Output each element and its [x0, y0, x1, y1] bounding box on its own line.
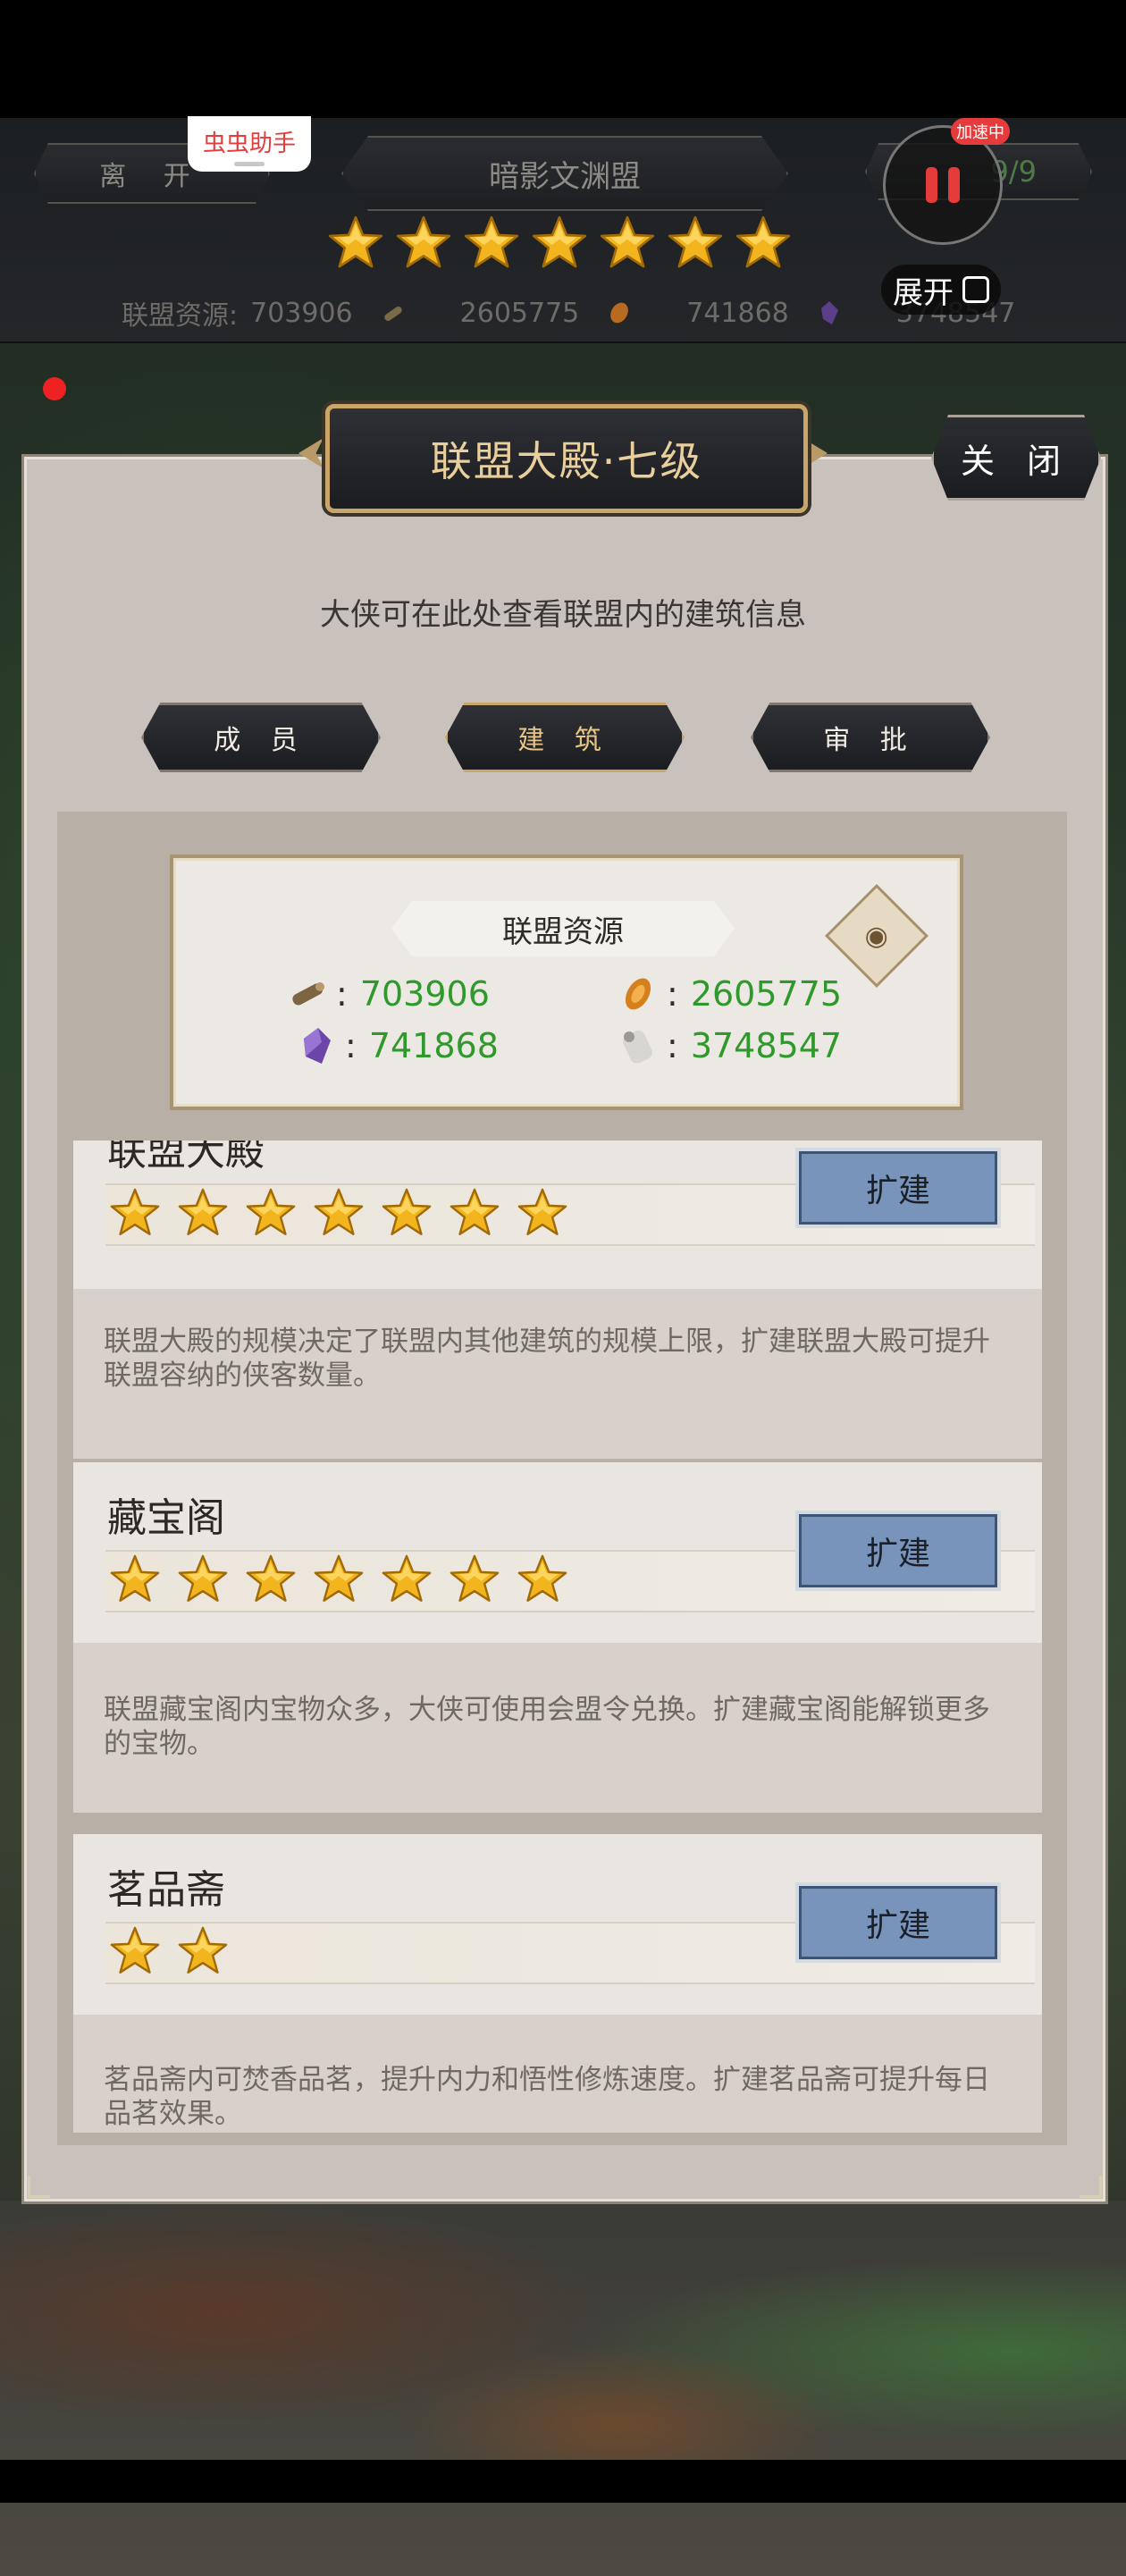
star-icon	[177, 1187, 229, 1239]
navigation-bar	[0, 2460, 1126, 2503]
ore-icon	[606, 299, 633, 326]
building-description: 联盟藏宝阁内宝物众多，大侠可使用会盟令兑换。扩建藏宝阁能解锁更多的宝物。	[104, 1694, 990, 1760]
resource-value: 741868	[368, 1026, 499, 1065]
expand-label: 展开	[893, 274, 954, 311]
header-resource-value: 703906	[250, 297, 353, 329]
expand-building-button[interactable]: 扩建	[799, 1151, 997, 1225]
helper-handle	[234, 162, 265, 166]
resources-card-title: 联盟资源	[391, 901, 735, 956]
building-name: 联盟大殿	[107, 1141, 265, 1174]
scroll-icon	[617, 1024, 660, 1067]
star-icon	[449, 1553, 500, 1605]
resource-item: : 3748547	[617, 1024, 842, 1067]
ore-icon	[617, 972, 660, 1015]
pause-icon	[948, 167, 960, 203]
building-description: 茗品斋内可焚香品茗，提升内力和悟性修炼速度。扩建茗品斋可提升每日品茗效果。	[104, 2064, 990, 2130]
building-name: 藏宝阁	[107, 1495, 225, 1541]
wood-icon	[380, 299, 407, 326]
star-icon	[517, 1187, 568, 1239]
star-icon	[531, 215, 588, 272]
star-icon	[463, 215, 520, 272]
resource-value: 703906	[359, 974, 490, 1014]
crystal-icon	[295, 1024, 338, 1067]
expand-building-button[interactable]: 扩建	[799, 1514, 997, 1587]
building-stars	[109, 1553, 568, 1605]
resources-label: 联盟资源:	[122, 300, 239, 332]
speed-badge: 加速中	[951, 118, 1010, 145]
building-description: 联盟大殿的规模决定了联盟内其他建筑的规模上限，扩建联盟大殿可提升联盟容纳的侠客数…	[104, 1326, 990, 1392]
tab-approval[interactable]: 审 批	[751, 703, 990, 772]
resource-item: : 2605775	[617, 972, 842, 1015]
building-stars	[109, 1187, 568, 1239]
panel-hint: 大侠可在此处查看联盟内的建筑信息	[320, 597, 806, 633]
star-icon	[245, 1187, 297, 1239]
resource-value: 2605775	[690, 974, 843, 1014]
expand-building-button[interactable]: 扩建	[799, 1886, 997, 1959]
scene-buildings	[0, 2201, 1126, 2576]
star-icon	[313, 1187, 365, 1239]
star-icon	[449, 1187, 500, 1239]
resource-value: 3748547	[690, 1026, 843, 1065]
star-icon	[109, 1187, 161, 1239]
panel-corner-ornament	[1080, 2176, 1102, 2198]
star-icon	[327, 215, 384, 272]
tab-buildings[interactable]: 建 筑	[445, 703, 685, 772]
resource-item: : 703906	[286, 972, 490, 1015]
star-icon	[381, 1553, 433, 1605]
expand-icon	[962, 276, 989, 303]
wood-icon	[286, 972, 329, 1015]
star-icon	[177, 1925, 229, 1977]
overlay-expand-button[interactable]: 展开	[881, 265, 1001, 315]
panel-title: 联盟大殿·七级	[325, 404, 808, 513]
buildings-list[interactable]: 联盟大殿 扩建 联盟大殿的规模决定了联盟内其他建筑的规模上限，扩建联盟大殿可提升…	[73, 1141, 1042, 2133]
helper-tab[interactable]: 虫虫助手	[188, 116, 311, 172]
star-icon	[381, 1187, 433, 1239]
alliance-name: 暗影文渊盟	[341, 136, 788, 211]
header-resource-value: 741868	[686, 297, 789, 329]
star-icon	[517, 1553, 568, 1605]
star-icon	[667, 215, 724, 272]
building-name: 茗品斋	[107, 1867, 225, 1913]
star-icon	[599, 215, 656, 272]
helper-label: 虫虫助手	[202, 130, 296, 157]
star-icon	[395, 215, 452, 272]
pause-icon	[926, 167, 937, 203]
tab-members[interactable]: 成 员	[141, 703, 381, 772]
crystal-icon	[816, 299, 843, 326]
star-icon	[109, 1553, 161, 1605]
notification-dot	[43, 377, 66, 400]
alliance-star-rating	[327, 215, 792, 277]
money-bag-icon: ◉	[864, 920, 889, 952]
building-stars	[109, 1925, 229, 1977]
panel-corner-ornament	[28, 2176, 50, 2198]
close-button[interactable]: 关 闭	[931, 415, 1101, 501]
star-icon	[245, 1553, 297, 1605]
header-resource-value: 2605775	[459, 297, 580, 329]
star-icon	[313, 1553, 365, 1605]
star-icon	[109, 1925, 161, 1977]
resource-item: : 741868	[295, 1024, 499, 1067]
star-icon	[735, 215, 792, 272]
star-icon	[177, 1553, 229, 1605]
